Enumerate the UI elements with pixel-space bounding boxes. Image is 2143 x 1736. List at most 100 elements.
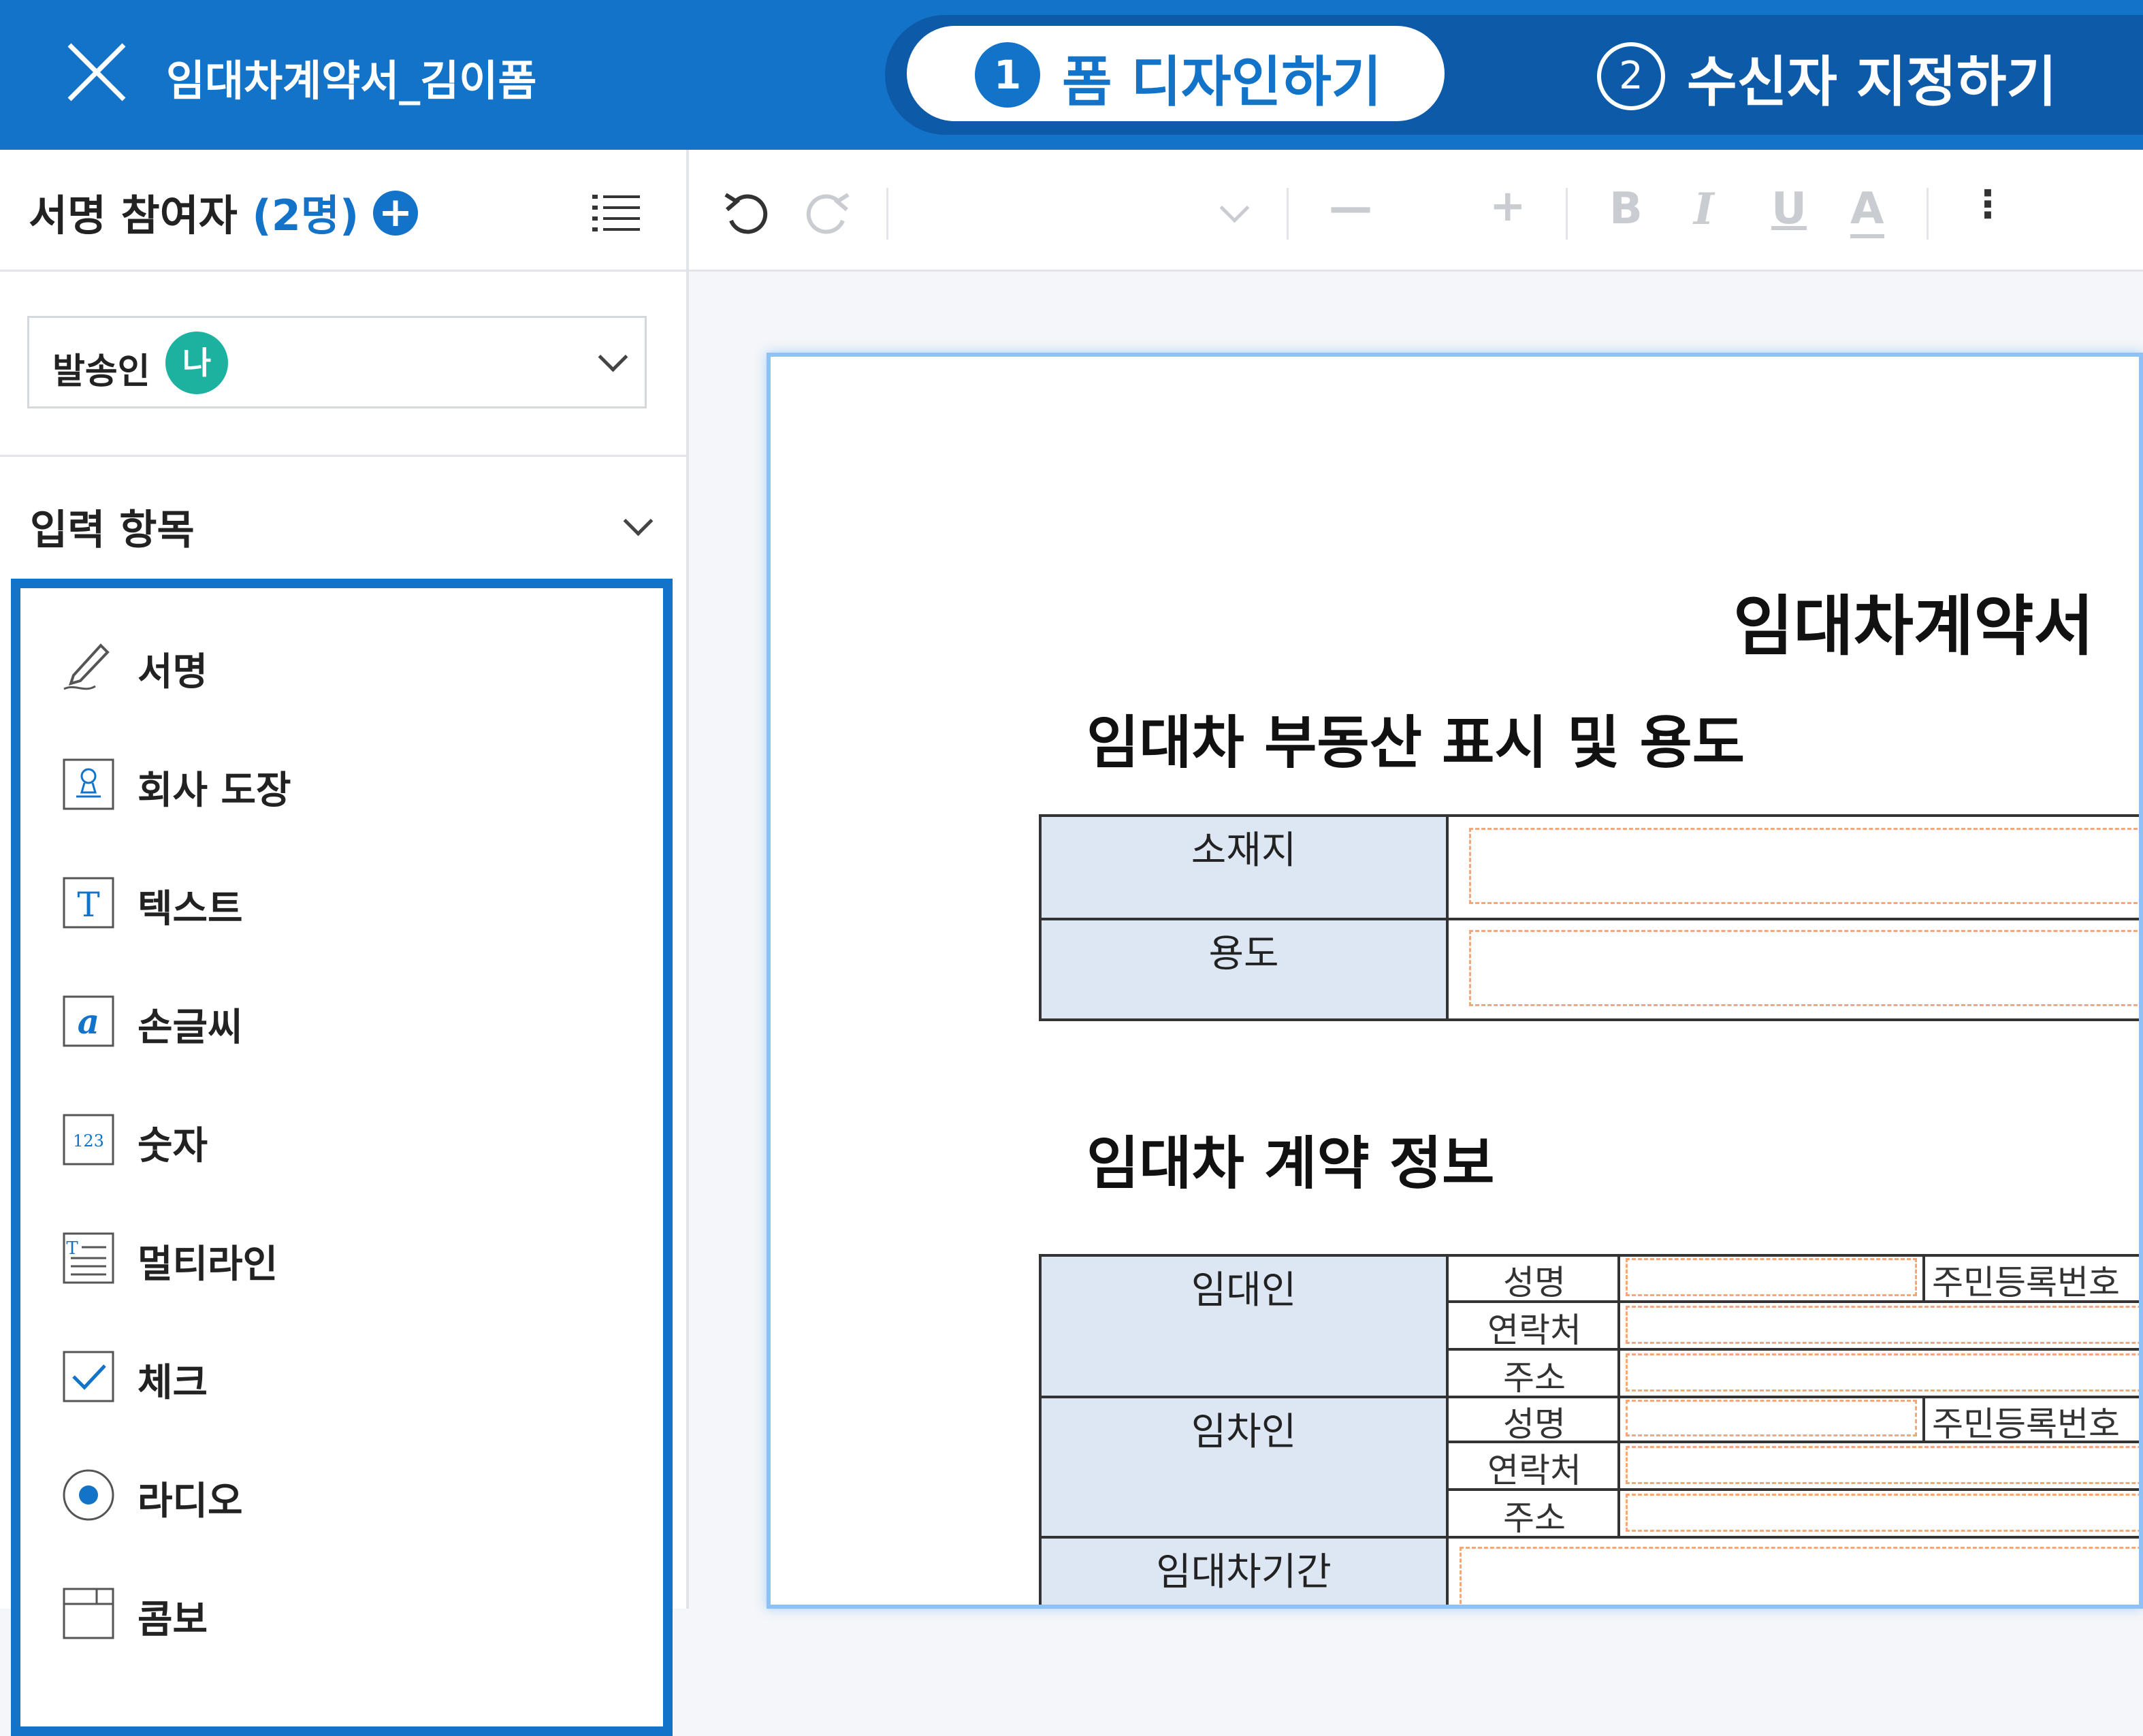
- step2-number: 2: [1597, 42, 1665, 110]
- toolbar-separator: [1927, 188, 1929, 240]
- row-usage-header: 용도: [1039, 918, 1449, 1021]
- multiline-icon: T: [63, 1232, 114, 1284]
- item-number[interactable]: 123 숫자: [48, 1103, 647, 1178]
- more-options-button[interactable]: ⋮: [1969, 182, 2007, 227]
- font-size-increase-button[interactable]: +: [1489, 181, 1526, 231]
- toolbar-separator: [886, 188, 888, 240]
- item-combo[interactable]: 콤보: [48, 1577, 647, 1652]
- signature-pen-icon: [63, 643, 110, 690]
- sidebar-divider: [0, 455, 686, 457]
- item-checkbox[interactable]: 체크: [48, 1340, 647, 1415]
- undo-icon[interactable]: [720, 188, 772, 240]
- lessor-resident-no-label: 주민등록번호: [1932, 1263, 2120, 1302]
- lessor-contact-field[interactable]: [1626, 1306, 2139, 1344]
- lessee-label: 임차인: [1191, 1410, 1297, 1454]
- combo-icon: [63, 1588, 114, 1639]
- item-label: 손글씨: [138, 1006, 243, 1050]
- grid-line: [1922, 1254, 1925, 1302]
- usage-input-field[interactable]: [1469, 930, 2139, 1006]
- toolbar-separator: [1566, 188, 1568, 240]
- period-label: 임대차기간: [1156, 1550, 1332, 1594]
- participants-title: 서명 참여자 (2명): [29, 181, 359, 242]
- participants-label: 서명 참여자: [29, 191, 238, 240]
- contract-title: 임대차계약서: [1733, 588, 2094, 664]
- toolbar-separator: [1287, 188, 1289, 240]
- step1-label[interactable]: 폼 디자인하기: [1062, 38, 1381, 117]
- lessee-resident-no-label: 주민등록번호: [1932, 1404, 2120, 1444]
- section2-title: 임대차 계약 정보: [1086, 1130, 1495, 1197]
- add-participant-button[interactable]: +: [373, 191, 418, 236]
- bold-button[interactable]: B: [1609, 184, 1643, 234]
- period-field[interactable]: [1460, 1547, 2139, 1605]
- lessee-name-field[interactable]: [1626, 1400, 1917, 1436]
- lessee-contact-field[interactable]: [1626, 1446, 2139, 1484]
- document-page: 임대차계약서 임대차 부동산 표시 및 용도 소재지 용도 임대차 계약 정보 …: [767, 353, 2143, 1609]
- grid-line: [1922, 1396, 1925, 1442]
- item-label: 숫자: [138, 1124, 208, 1168]
- item-label: 체크: [138, 1361, 208, 1405]
- font-size-decrease-button[interactable]: —: [1329, 182, 1372, 233]
- item-label: 라디오: [138, 1479, 243, 1524]
- svg-text:T: T: [77, 885, 99, 925]
- period-header: 임대차기간: [1039, 1536, 1449, 1605]
- sender-select[interactable]: 발송인 나: [27, 316, 647, 408]
- sidebar: 서명 참여자 (2명) + 발송인 나 입력 항목 서명 회사 도장 T 텍스트…: [0, 150, 689, 1736]
- radio-icon: [63, 1469, 114, 1521]
- item-handwriting[interactable]: a 손글씨: [48, 984, 647, 1059]
- item-label: 서명: [138, 650, 208, 694]
- input-items-title[interactable]: 입력 항목: [30, 497, 195, 556]
- sender-label: 발송인: [52, 351, 150, 392]
- participants-header: 서명 참여자 (2명) +: [0, 150, 686, 272]
- text-color-button[interactable]: A: [1850, 184, 1884, 238]
- lessee-name-label: 성명: [1503, 1404, 1566, 1444]
- lessor-address-label: 주소: [1503, 1358, 1566, 1398]
- number-icon: 123: [63, 1114, 114, 1166]
- sender-avatar: 나: [165, 332, 228, 394]
- item-label: 콤보: [138, 1598, 208, 1642]
- location-input-field[interactable]: [1469, 828, 2139, 904]
- participants-count: (2명): [252, 191, 359, 240]
- svg-text:T: T: [66, 1238, 78, 1259]
- svg-text:123: 123: [73, 1131, 104, 1151]
- lessor-name-label: 성명: [1503, 1263, 1566, 1302]
- lessor-address-field[interactable]: [1626, 1353, 2139, 1392]
- item-radio[interactable]: 라디오: [48, 1458, 647, 1533]
- lessor-label: 임대인: [1191, 1268, 1297, 1313]
- checkbox-icon: [63, 1351, 114, 1402]
- row-location-header: 소재지: [1039, 814, 1449, 920]
- item-label: 멀티라인: [138, 1242, 278, 1287]
- text-icon: T: [63, 877, 114, 929]
- format-toolbar: — + B I U A ⋮: [689, 150, 2143, 272]
- chevron-down-icon: [598, 342, 628, 372]
- font-dropdown-chevron-icon[interactable]: [1219, 193, 1250, 223]
- item-multiline[interactable]: T 멀티라인: [48, 1221, 647, 1296]
- handwriting-icon: a: [63, 995, 114, 1047]
- item-label: 텍스트: [138, 887, 243, 931]
- document-title: 임대차계약서_김이폼: [166, 56, 537, 106]
- location-label: 소재지: [1191, 829, 1297, 873]
- list-icon[interactable]: [592, 193, 640, 233]
- grid-line: [1617, 1254, 1620, 1536]
- redo-icon[interactable]: [802, 188, 854, 240]
- lessor-contact-label: 연락처: [1487, 1311, 1581, 1350]
- lessee-address-field[interactable]: [1626, 1494, 2139, 1532]
- item-label: 회사 도장: [138, 769, 291, 813]
- item-company-stamp[interactable]: 회사 도장: [48, 748, 647, 822]
- italic-button[interactable]: I: [1694, 184, 1714, 235]
- close-icon[interactable]: [65, 41, 128, 103]
- lessee-address-label: 주소: [1503, 1498, 1566, 1538]
- lessor-name-field[interactable]: [1626, 1258, 1917, 1296]
- underline-button[interactable]: U: [1771, 184, 1807, 234]
- chevron-down-icon[interactable]: [623, 506, 654, 536]
- step1-number: 1: [975, 42, 1040, 108]
- svg-text:a: a: [78, 1001, 99, 1042]
- lessee-contact-label: 연락처: [1487, 1451, 1581, 1490]
- lessor-header: 임대인: [1039, 1254, 1449, 1398]
- step2-label[interactable]: 수신자 지정하기: [1687, 38, 2057, 117]
- lessee-header: 임차인: [1039, 1396, 1449, 1539]
- item-signature[interactable]: 서명: [48, 629, 647, 704]
- item-text[interactable]: T 텍스트: [48, 866, 647, 941]
- usage-label: 용도: [1208, 932, 1279, 976]
- input-items-panel: 서명 회사 도장 T 텍스트 a 손글씨 123 숫자 T 멀티라인 체크 라디…: [11, 579, 673, 1736]
- stamp-icon: [63, 758, 114, 810]
